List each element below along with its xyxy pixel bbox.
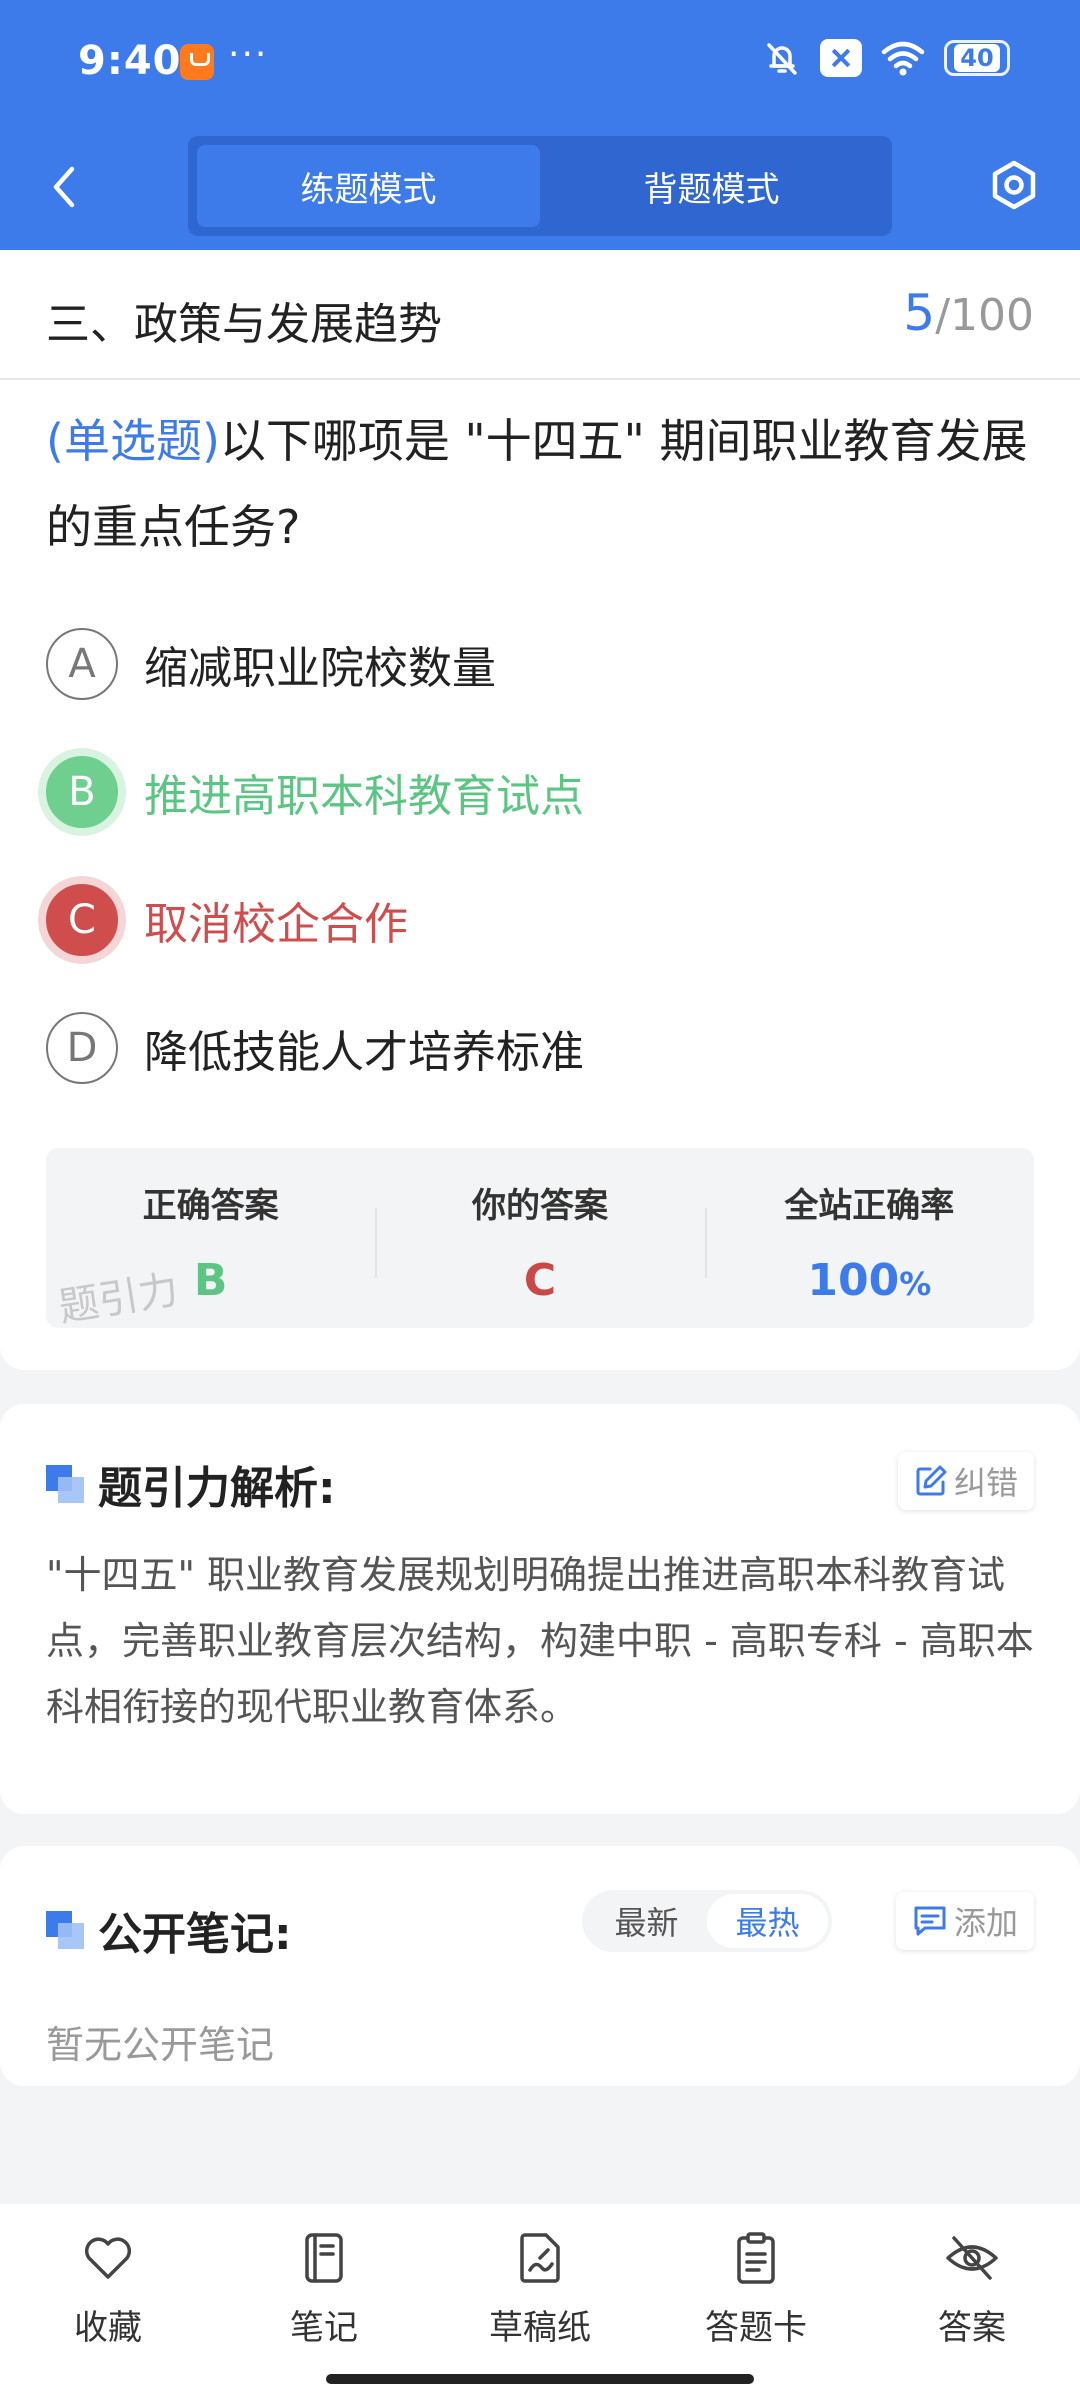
question-card: 三、政策与发展趋势 5/100 (单选题)以下哪项是 "十四五" 期间职业教育发… bbox=[0, 250, 1080, 1370]
show-answer-label: 答案 bbox=[938, 2308, 1006, 2348]
option-a[interactable]: A 缩减职业院校数量 bbox=[46, 626, 496, 702]
bell-off-icon bbox=[767, 43, 797, 75]
site-accuracy-label: 全站正确率 bbox=[784, 1186, 955, 1226]
home-indicator[interactable] bbox=[326, 2374, 754, 2384]
draft-paper-label: 草稿纸 bbox=[489, 2308, 591, 2348]
section-title: 三、政策与发展趋势 bbox=[46, 299, 442, 350]
more-notifications-icon: ··· bbox=[228, 34, 269, 75]
shopping-app-icon bbox=[180, 44, 214, 80]
sort-hottest[interactable]: 最热 bbox=[707, 1894, 828, 1948]
correct-answer-value: B bbox=[193, 1255, 228, 1306]
add-note-label: 添加 bbox=[953, 1904, 1018, 1942]
answer-stats: 正确答案 B 你的答案 C 全站正确率 100% 题引力 bbox=[46, 1148, 1034, 1331]
favorite-label: 收藏 bbox=[74, 2308, 142, 2348]
your-answer-value: C bbox=[523, 1255, 557, 1306]
correct-answer-label: 正确答案 bbox=[142, 1186, 279, 1226]
show-answer-button[interactable]: 答案 bbox=[902, 2230, 1042, 2349]
tab-practice-mode[interactable]: 练题模式 bbox=[197, 145, 540, 227]
your-answer-stat: 你的答案 C bbox=[375, 1148, 704, 1328]
report-error-label: 纠错 bbox=[953, 1464, 1018, 1502]
notes-label: 笔记 bbox=[290, 2308, 358, 2348]
notes-title: 公开笔记: bbox=[98, 1909, 292, 1960]
analysis-card: 题引力解析: 纠错 "十四五" 职业教育发展规划明确提出推进高职本科教育试点，完… bbox=[0, 1404, 1080, 1814]
draft-paper-icon bbox=[520, 2233, 560, 2283]
back-arrow-icon[interactable] bbox=[40, 159, 90, 215]
status-bar: 9:40 ··· 40 bbox=[0, 0, 1080, 125]
option-letter: A bbox=[46, 628, 118, 700]
favorite-button[interactable]: 收藏 bbox=[38, 2230, 178, 2349]
notes-card: 公开笔记: 最新 最热 添加 暂无公开笔记 bbox=[0, 1846, 1080, 2086]
option-text: 缩减职业院校数量 bbox=[144, 643, 496, 694]
option-letter: D bbox=[46, 1012, 118, 1084]
option-text: 降低技能人才培养标准 bbox=[144, 1027, 584, 1078]
current-question-number: 5 bbox=[903, 284, 936, 342]
answer-card-icon bbox=[737, 2232, 775, 2284]
accuracy-number: 100 bbox=[807, 1255, 900, 1306]
status-time: 9:40 bbox=[78, 38, 182, 84]
option-text: 推进高职本科教育试点 bbox=[144, 771, 584, 822]
empty-notes-text: 暂无公开笔记 bbox=[46, 2023, 275, 2067]
option-b[interactable]: B 推进高职本科教育试点 bbox=[46, 754, 584, 830]
sort-latest[interactable]: 最新 bbox=[586, 1894, 707, 1948]
total-questions: /100 bbox=[935, 290, 1034, 341]
header: 9:40 ··· 40 练题模式 背题模式 bbox=[0, 0, 1080, 250]
analysis-text: "十四五" 职业教育发展规划明确提出推进高职本科教育试点，完善职业教育层次结构，… bbox=[46, 1553, 1034, 1729]
notes-sort-toggle: 最新 最热 bbox=[582, 1890, 832, 1952]
wifi-icon bbox=[881, 41, 925, 76]
question-counter[interactable]: 5/100 bbox=[903, 284, 1034, 342]
analysis-title: 题引力解析: bbox=[98, 1463, 336, 1514]
status-icons: 40 bbox=[762, 38, 1010, 78]
divider bbox=[0, 378, 1080, 380]
site-accuracy-stat: 全站正确率 100% bbox=[704, 1148, 1034, 1328]
option-c[interactable]: C 取消校企合作 bbox=[46, 882, 408, 958]
analysis-header: 题引力解析: bbox=[46, 1452, 336, 1516]
mode-switch: 练题模式 背题模式 bbox=[188, 136, 892, 236]
option-letter: C bbox=[46, 884, 118, 956]
bottom-toolbar: 收藏 笔记 草稿纸 答题卡 答案 bbox=[0, 2204, 1080, 2400]
heart-icon bbox=[84, 2237, 132, 2279]
report-error-button[interactable]: 纠错 bbox=[897, 1452, 1034, 1510]
edit-icon bbox=[916, 1465, 947, 1496]
your-answer-label: 你的答案 bbox=[471, 1186, 608, 1226]
question-text: (单选题)以下哪项是 "十四五" 期间职业教育发展的重点任务? bbox=[46, 398, 1046, 570]
comment-icon bbox=[914, 1906, 946, 1936]
add-note-button[interactable]: 添加 bbox=[895, 1892, 1034, 1950]
section-square-icon bbox=[46, 1911, 84, 1949]
battery-level: 40 bbox=[954, 44, 1000, 72]
eye-off-icon bbox=[946, 2236, 998, 2280]
section-square-icon bbox=[46, 1465, 84, 1503]
option-d[interactable]: D 降低技能人才培养标准 bbox=[46, 1010, 584, 1086]
draft-paper-button[interactable]: 草稿纸 bbox=[470, 2230, 610, 2349]
notification-off-icon bbox=[820, 39, 862, 77]
option-text: 取消校企合作 bbox=[144, 899, 408, 950]
question-type: (单选题) bbox=[46, 414, 220, 468]
battery-icon: 40 bbox=[944, 40, 1010, 76]
site-accuracy-value: 100% bbox=[807, 1255, 931, 1306]
notebook-icon bbox=[305, 2233, 343, 2283]
nav-bar: 练题模式 背题模式 bbox=[0, 125, 1080, 250]
notes-header: 公开笔记: bbox=[46, 1898, 292, 1962]
accuracy-unit: % bbox=[899, 1265, 932, 1303]
notes-button[interactable]: 笔记 bbox=[254, 2230, 394, 2349]
tab-memorize-mode[interactable]: 背题模式 bbox=[540, 145, 883, 227]
settings-icon[interactable] bbox=[984, 155, 1044, 215]
answer-card-button[interactable]: 答题卡 bbox=[686, 2230, 826, 2349]
answer-card-label: 答题卡 bbox=[705, 2308, 807, 2348]
option-letter: B bbox=[46, 756, 118, 828]
